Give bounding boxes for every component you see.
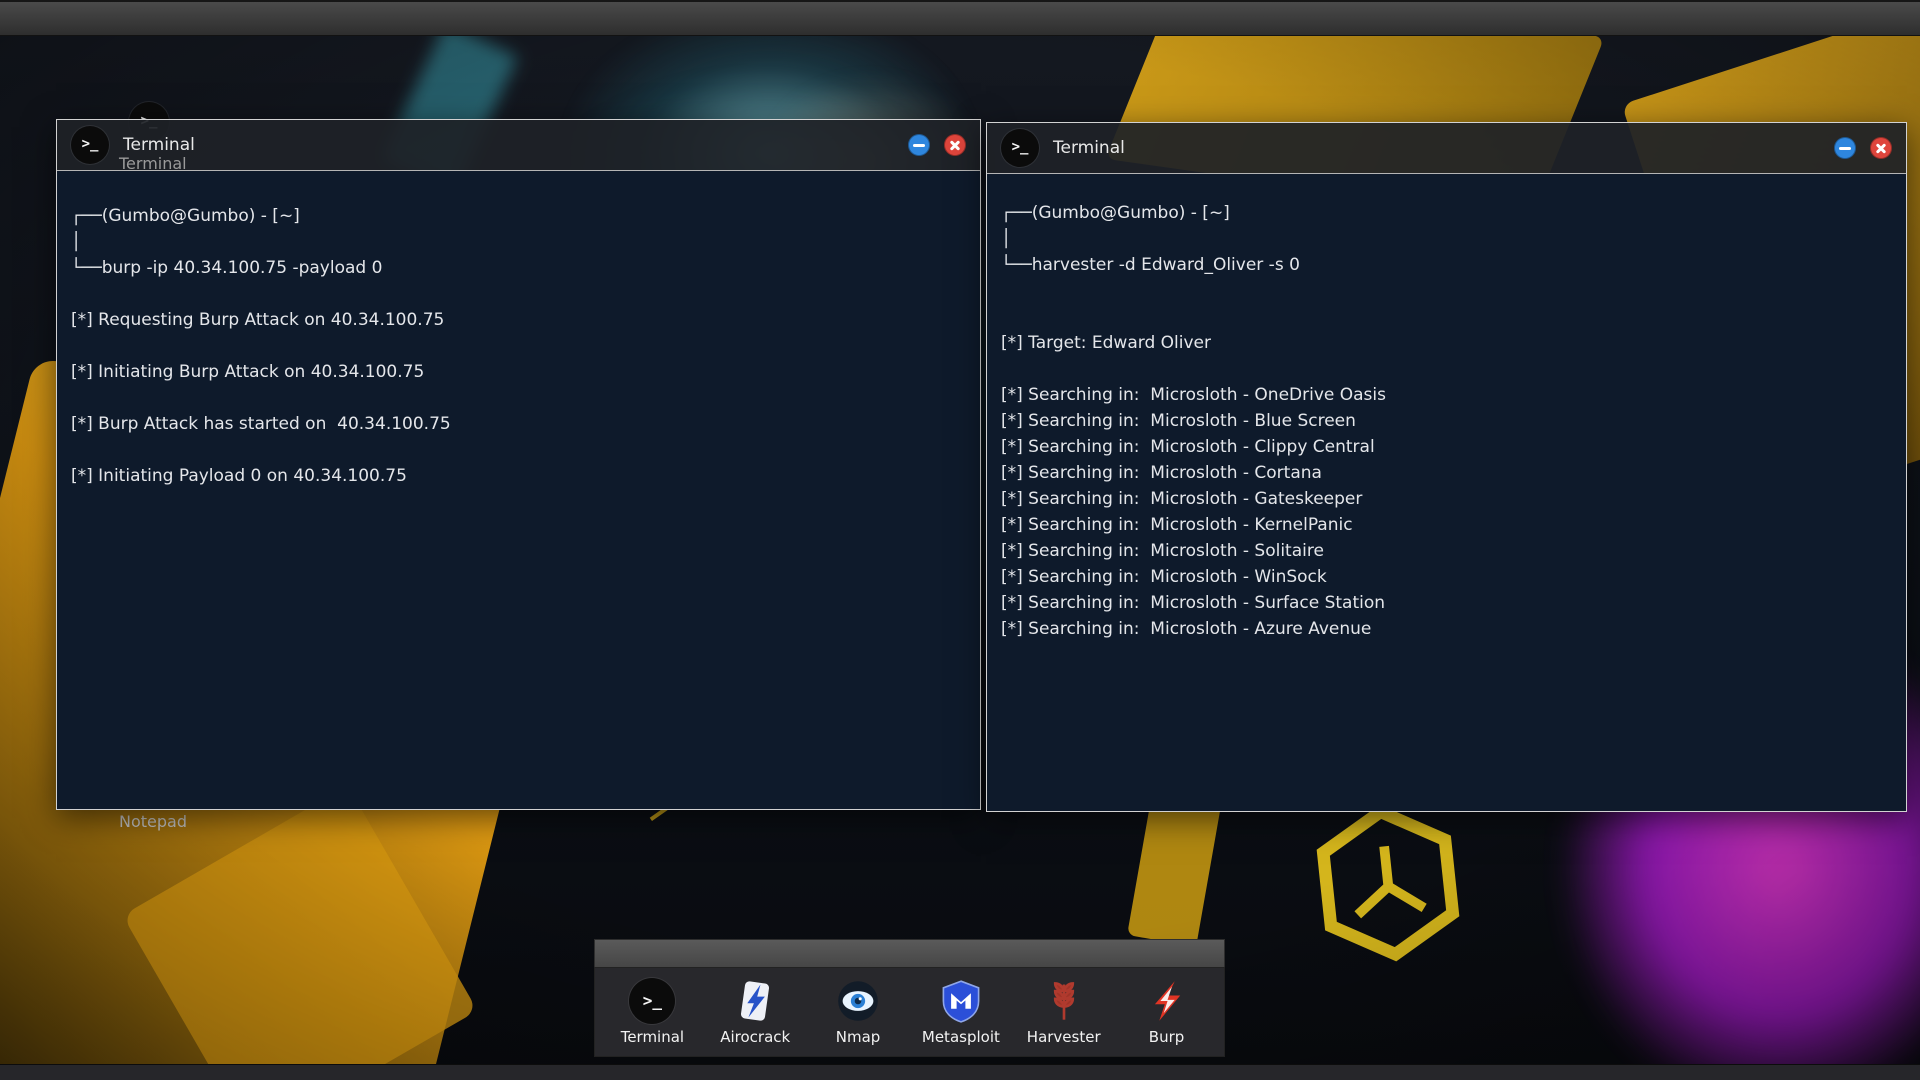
terminal-line: │ (1001, 226, 1896, 252)
terminal-line: [*] Searching in: Microsloth - WinSock (1001, 564, 1896, 590)
dock-item-label: Harvester (1027, 1028, 1101, 1046)
terminal-line: [*] Searching in: Microsloth - Cortana (1001, 460, 1896, 486)
terminal-line: [*] Requesting Burp Attack on 40.34.100.… (71, 307, 970, 333)
dock-item-label: Burp (1149, 1028, 1185, 1046)
terminal-line: └──harvester -d Edward_Oliver -s 0 (1001, 252, 1896, 278)
dock-item-metasploit[interactable]: Metasploit (913, 978, 1009, 1046)
application-dock: Terminal Airocrack Nmap (594, 939, 1225, 1057)
close-button[interactable] (944, 134, 966, 156)
terminal-line: ┌──(Gumbo@Gumbo) - [~] (71, 203, 970, 229)
terminal-line: [*] Searching in: Microsloth - KernelPan… (1001, 512, 1896, 538)
nmap-eye-icon (835, 978, 881, 1024)
terminal-output[interactable]: ┌──(Gumbo@Gumbo) - [~] │ └──harvester -d… (987, 174, 1906, 811)
terminal-icon (1001, 129, 1039, 167)
titlebar[interactable]: Terminal (987, 123, 1906, 174)
window-title: Terminal (1053, 138, 1125, 158)
terminal-window-left: Terminal ┌──(Gumbo@Gumbo) - [~] │ └──bur… (56, 119, 981, 810)
terminal-output[interactable]: ┌──(Gumbo@Gumbo) - [~] │ └──burp -ip 40.… (57, 171, 980, 809)
dock-item-burp[interactable]: Burp (1119, 978, 1215, 1046)
dock-top-strip (594, 939, 1225, 967)
terminal-line: [*] Initiating Burp Attack on 40.34.100.… (71, 359, 970, 385)
airocrack-icon (732, 978, 778, 1024)
window-title: Terminal (123, 135, 195, 155)
dock-item-nmap[interactable]: Nmap (810, 978, 906, 1046)
dock-body: Terminal Airocrack Nmap (594, 967, 1225, 1057)
terminal-line (1001, 278, 1896, 304)
terminal-line (71, 333, 970, 359)
dock-item-harvester[interactable]: Harvester (1016, 978, 1112, 1046)
dock-item-label: Metasploit (922, 1028, 1000, 1046)
terminal-line: ┌──(Gumbo@Gumbo) - [~] (1001, 200, 1896, 226)
terminal-line: [*] Searching in: Microsloth - Azure Ave… (1001, 616, 1896, 642)
terminal-line: └──burp -ip 40.34.100.75 -payload 0 (71, 255, 970, 281)
terminal-line (71, 385, 970, 411)
terminal-line: [*] Searching in: Microsloth - Clippy Ce… (1001, 434, 1896, 460)
terminal-line: [*] Searching in: Microsloth - Solitaire (1001, 538, 1896, 564)
minimize-button[interactable] (1834, 137, 1856, 159)
terminal-window-right: Terminal ┌──(Gumbo@Gumbo) - [~] │ └──har… (986, 122, 1907, 812)
terminal-line: │ (71, 229, 970, 255)
terminal-line (71, 281, 970, 307)
terminal-icon (629, 978, 675, 1024)
terminal-line: [*] Searching in: Microsloth - Surface S… (1001, 590, 1896, 616)
background-notepad-window-title[interactable]: Notepad (119, 812, 187, 831)
minimize-button[interactable] (908, 134, 930, 156)
terminal-line: [*] Searching in: Microsloth - Blue Scre… (1001, 408, 1896, 434)
terminal-icon (71, 126, 109, 164)
terminal-line: [*] Initiating Payload 0 on 40.34.100.75 (71, 463, 970, 489)
terminal-line: [*] Burp Attack has started on 40.34.100… (71, 411, 970, 437)
terminal-line (1001, 356, 1896, 382)
terminal-line (71, 437, 970, 463)
dock-item-label: Airocrack (720, 1028, 790, 1046)
dock-item-label: Terminal (621, 1028, 684, 1046)
background-terminal-window-title[interactable]: Terminal (119, 154, 187, 173)
dock-item-airocrack[interactable]: Airocrack (707, 978, 803, 1046)
terminal-line: [*] Searching in: Microsloth - OneDrive … (1001, 382, 1896, 408)
titlebar[interactable]: Terminal (57, 120, 980, 171)
top-panel (0, 0, 1920, 36)
harvester-wheat-icon (1041, 978, 1087, 1024)
dock-item-terminal[interactable]: Terminal (604, 978, 700, 1046)
burp-bolt-icon (1144, 978, 1190, 1024)
dock-item-label: Nmap (836, 1028, 881, 1046)
terminal-line: [*] Searching in: Microsloth - Gateskeep… (1001, 486, 1896, 512)
terminal-line: [*] Target: Edward Oliver (1001, 330, 1896, 356)
bottom-panel (0, 1064, 1920, 1080)
terminal-line (1001, 304, 1896, 330)
metasploit-shield-icon (938, 978, 984, 1024)
close-button[interactable] (1870, 137, 1892, 159)
